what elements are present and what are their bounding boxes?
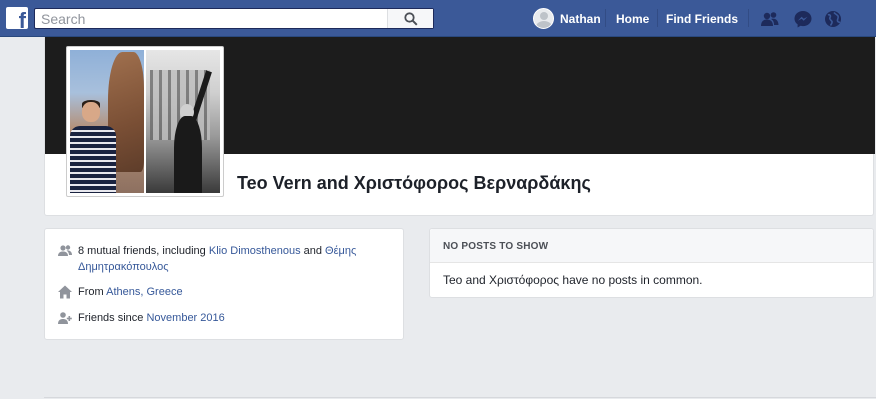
person-striped-shirt: [70, 126, 116, 193]
home-link[interactable]: Home: [616, 12, 649, 26]
friend-requests-icon[interactable]: [760, 9, 780, 29]
from-label: From: [78, 286, 107, 298]
posts-in-common-card: NO POSTS TO SHOW Teo and Χριστόφορος hav…: [429, 228, 874, 298]
posts-header: NO POSTS TO SHOW: [430, 229, 873, 263]
notifications-globe-icon[interactable]: [823, 9, 843, 29]
friends-since-text: Friends since November 2016: [78, 310, 378, 326]
friends-since-link[interactable]: November 2016: [146, 312, 224, 324]
user-name: Nathan: [560, 11, 601, 26]
friendship-profile-photos[interactable]: [66, 46, 224, 197]
search-button[interactable]: [387, 9, 433, 28]
user-avatar: [533, 8, 554, 29]
profile-photo-right[interactable]: [146, 50, 220, 193]
person-head: [82, 102, 100, 122]
mutual-friend-link-1[interactable]: Klio Dimosthenous: [209, 245, 301, 257]
mutual-friends-text: 8 mutual friends, including Klio Dimosth…: [78, 243, 378, 275]
messenger-icon[interactable]: [793, 9, 813, 29]
and-text: and: [300, 245, 326, 257]
mutual-friends-count: 8 mutual friends, including: [78, 245, 209, 257]
mutual-friends-row: 8 mutual friends, including Klio Dimosth…: [57, 243, 378, 275]
friends-since-label: Friends since: [78, 312, 147, 324]
home-icon: [58, 285, 72, 299]
facebook-logo-letter: f: [18, 8, 26, 30]
hometown-link[interactable]: Athens, Greece: [106, 286, 182, 298]
hometown-text: From Athens, Greece: [78, 284, 378, 300]
friendship-header-card: Teo Vern and Χριστόφορος Βερναρδάκης: [44, 37, 875, 216]
nav-divider: [748, 9, 749, 27]
find-friends-link[interactable]: Find Friends: [666, 12, 738, 26]
figure-body: [174, 116, 202, 193]
friendship-intro-card: 8 mutual friends, including Klio Dimosth…: [44, 228, 404, 340]
nav-profile-link[interactable]: Nathan: [533, 8, 601, 29]
top-navigation-bar: f Nathan Home Find Friends: [0, 0, 876, 37]
posts-header-title: NO POSTS TO SHOW: [443, 241, 549, 252]
facebook-logo[interactable]: f: [6, 7, 28, 29]
profile-photo-left[interactable]: [70, 50, 144, 193]
nav-divider: [657, 9, 658, 27]
mutual-friends-icon: [58, 245, 72, 256]
friends-since-row: Friends since November 2016: [57, 310, 378, 326]
no-posts-message: Teo and Χριστόφορος have no posts in com…: [443, 273, 703, 287]
friends-since-icon: [58, 312, 72, 324]
friendship-title[interactable]: Teo Vern and Χριστόφορος Βερναρδάκης: [237, 173, 591, 194]
search-icon: [403, 11, 418, 26]
search-box: [34, 8, 434, 29]
nav-divider: [605, 9, 606, 27]
bottom-divider: [44, 397, 876, 398]
search-input[interactable]: [35, 9, 387, 28]
hometown-row: From Athens, Greece: [57, 284, 378, 300]
